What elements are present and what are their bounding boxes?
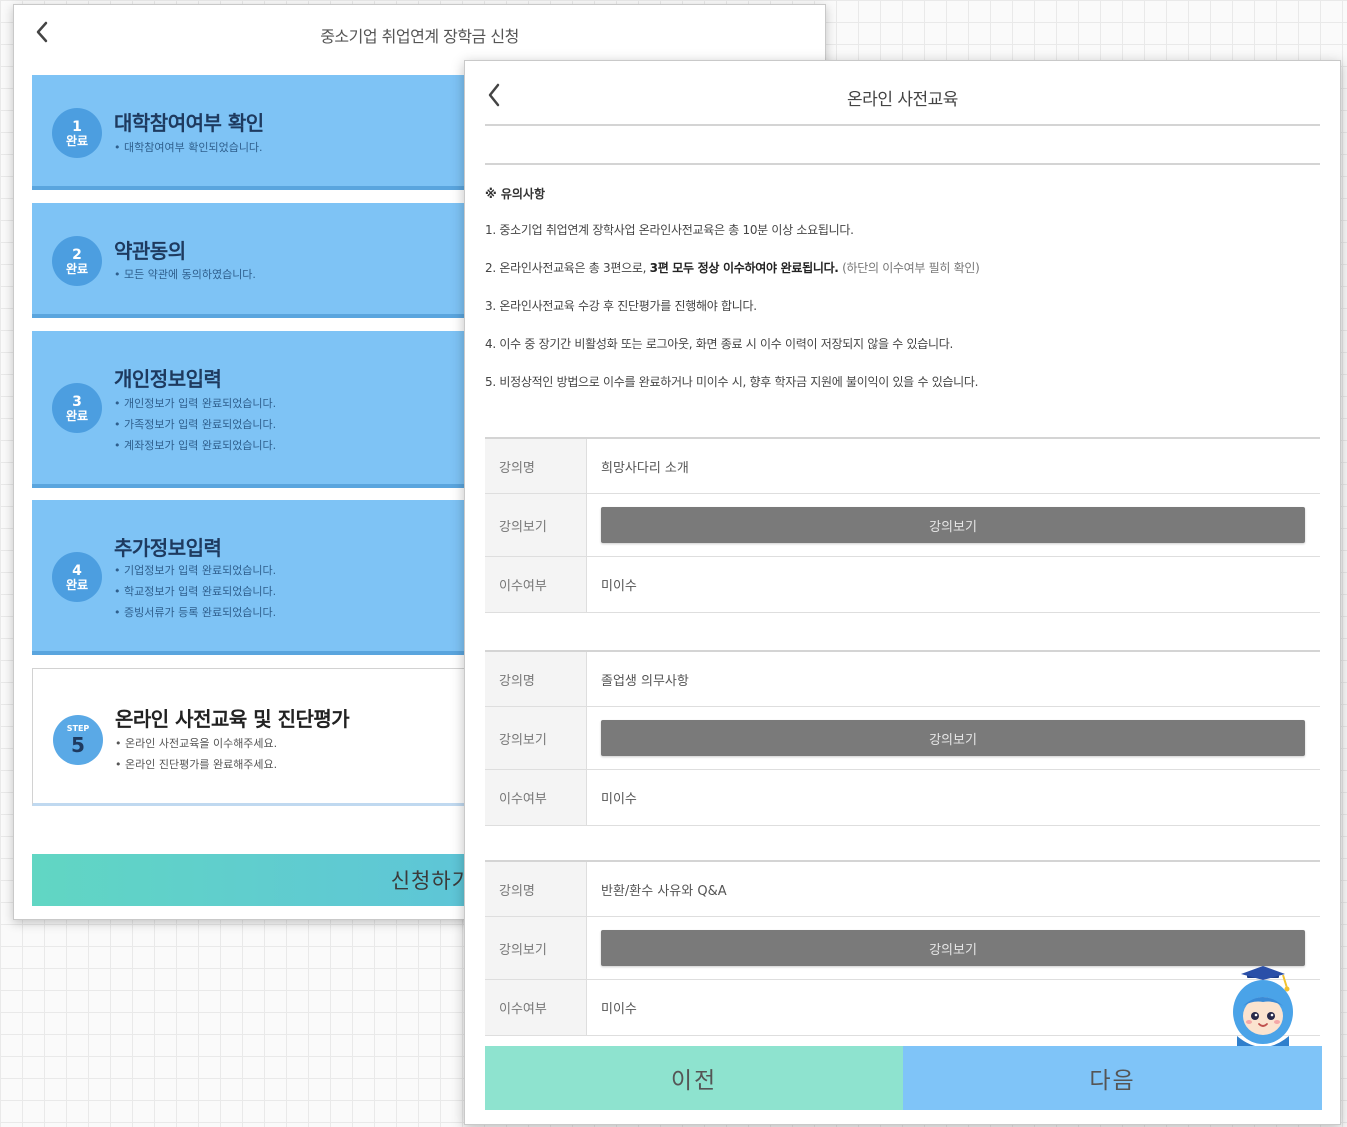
step-detail: 기업정보가 입력 완료되었습니다. [114, 560, 276, 581]
step-title: 온라인 사전교육 및 진단평가 [115, 707, 350, 731]
section-divider [485, 163, 1320, 165]
step-number: 4 [72, 562, 82, 579]
step-detail: 가족정보가 입력 완료되었습니다. [114, 414, 276, 435]
step-detail: 온라인 사전교육을 이수해주세요. [115, 733, 277, 754]
lecture-table-2: 강의명 졸업생 의무사항 강의보기 강의보기 이수여부 미이수 [485, 650, 1320, 826]
lecture-status-label: 이수여부 [485, 770, 587, 825]
step-detail: 계좌정보가 입력 완료되었습니다. [114, 435, 276, 456]
step-status: 완료 [65, 261, 89, 276]
notice-section: ※ 유의사항 1. 중소기업 취업연계 장학사업 온라인사전교육은 총 10분 … [485, 185, 1325, 410]
lecture-table-1: 강의명 희망사다리 소개 강의보기 강의보기 이수여부 미이수 [485, 437, 1320, 613]
step-detail: 개인정보가 입력 완료되었습니다. [114, 393, 276, 414]
step-status: 완료 [65, 577, 89, 592]
lecture-view-row: 강의보기 강의보기 [485, 707, 1320, 770]
lecture-status-row: 이수여부 미이수 [485, 980, 1320, 1036]
lecture-view-cell: 강의보기 [587, 494, 1320, 556]
back-window-header: 중소기업 취업연계 장학금 신청 [14, 5, 825, 61]
step-title: 약관동의 [114, 239, 186, 263]
lecture-name-label: 강의명 [485, 652, 587, 706]
navigation-bar: 이전 다음 [485, 1046, 1322, 1110]
step-badge-label: STEP [66, 724, 90, 733]
notice-line: 1. 중소기업 취업연계 장학사업 온라인사전교육은 총 10분 이상 소요됩니… [485, 223, 854, 237]
lecture-status-label: 이수여부 [485, 557, 587, 612]
lecture-view-label: 강의보기 [485, 707, 587, 769]
step-badge: 3 완료 [52, 383, 102, 433]
lecture-status-value: 미이수 [601, 1002, 637, 1017]
step-number: 5 [71, 733, 85, 757]
step-detail: 모든 약관에 동의하였습니다. [114, 264, 256, 285]
view-lecture-button[interactable]: 강의보기 [601, 720, 1305, 756]
step-status: 완료 [65, 408, 89, 423]
step-status: 완료 [65, 133, 89, 148]
step-badge: 2 완료 [52, 236, 102, 286]
lecture-status-row: 이수여부 미이수 [485, 770, 1320, 826]
lecture-view-label: 강의보기 [485, 494, 587, 556]
notice-note: (하단의 이수여부 필히 확인) [838, 261, 980, 275]
lecture-table-3: 강의명 반환/환수 사유와 Q&A 강의보기 강의보기 이수여부 미이수 [485, 860, 1320, 1036]
step-detail-list: 대학참여여부 확인되었습니다. [114, 137, 263, 158]
lecture-name-value: 반환/환수 사유와 Q&A [601, 883, 727, 899]
notice-heading: ※ 유의사항 [485, 187, 546, 201]
front-window-header: 온라인 사전교육 [465, 61, 1340, 125]
step-title: 추가정보입력 [114, 536, 222, 560]
step-detail-list: 개인정보가 입력 완료되었습니다. 가족정보가 입력 완료되었습니다. 계좌정보… [114, 393, 276, 456]
mascot-character-icon[interactable] [1225, 966, 1301, 1050]
lecture-status-value: 미이수 [601, 579, 637, 594]
lecture-name-row: 강의명 희망사다리 소개 [485, 439, 1320, 494]
step-detail: 증빙서류가 등록 완료되었습니다. [114, 602, 276, 623]
step-badge: 4 완료 [52, 552, 102, 602]
notice-text: 2. 온라인사전교육은 총 3편으로, [485, 261, 650, 275]
lecture-view-row: 강의보기 강의보기 [485, 494, 1320, 557]
lecture-name-row: 강의명 반환/환수 사유와 Q&A [485, 862, 1320, 917]
lecture-status-row: 이수여부 미이수 [485, 557, 1320, 613]
lecture-name-label: 강의명 [485, 862, 587, 916]
notice-line: 2. 온라인사전교육은 총 3편으로, 3편 모두 정상 이수하여야 완료됩니다… [485, 258, 1325, 278]
prev-button[interactable]: 이전 [485, 1046, 903, 1110]
step-number: 3 [72, 393, 82, 410]
step-detail-list: 모든 약관에 동의하였습니다. [114, 264, 256, 285]
lecture-name-label: 강의명 [485, 439, 587, 493]
step-detail-list: 기업정보가 입력 완료되었습니다. 학교정보가 입력 완료되었습니다. 증빙서류… [114, 560, 276, 623]
view-lecture-button[interactable]: 강의보기 [601, 930, 1305, 966]
lecture-view-cell: 강의보기 [587, 707, 1320, 769]
step-number: 2 [72, 246, 82, 263]
step-detail: 대학참여여부 확인되었습니다. [114, 137, 263, 158]
next-button[interactable]: 다음 [903, 1046, 1322, 1110]
back-window-title: 중소기업 취업연계 장학금 신청 [320, 27, 519, 46]
lecture-view-label: 강의보기 [485, 917, 587, 979]
lecture-view-cell: 강의보기 [587, 917, 1320, 979]
apply-button-label: 신청하기 [390, 869, 472, 893]
lecture-status-label: 이수여부 [485, 980, 587, 1035]
lecture-name-value: 희망사다리 소개 [601, 460, 689, 476]
lecture-name-value: 졸업생 의무사항 [601, 673, 689, 689]
lecture-name-row: 강의명 졸업생 의무사항 [485, 652, 1320, 707]
step-badge: 1 완료 [52, 108, 102, 158]
lecture-view-row: 강의보기 강의보기 [485, 917, 1320, 980]
step-detail: 온라인 진단평가를 완료해주세요. [115, 754, 277, 775]
view-lecture-button[interactable]: 강의보기 [601, 507, 1305, 543]
step-title: 개인정보입력 [114, 367, 222, 391]
lecture-status-value: 미이수 [601, 792, 637, 807]
step-detail: 학교정보가 입력 완료되었습니다. [114, 581, 276, 602]
notice-emphasis: 3편 모두 정상 이수하여야 완료됩니다. [649, 261, 839, 275]
notice-line: 4. 이수 중 장기간 비활성화 또는 로그아웃, 화면 종료 시 이수 이력이… [485, 337, 953, 351]
notice-line: 5. 비정상적인 방법으로 이수를 완료하거나 미이수 시, 향후 학자금 지원… [485, 375, 979, 389]
online-pre-education-window: 온라인 사전교육 ※ 유의사항 1. 중소기업 취업연계 장학사업 온라인사전교… [464, 60, 1341, 1125]
step-number: 1 [72, 118, 82, 135]
step-title: 대학참여여부 확인 [114, 111, 264, 135]
header-divider [485, 124, 1320, 126]
step-detail-list: 온라인 사전교육을 이수해주세요. 온라인 진단평가를 완료해주세요. [115, 733, 277, 775]
front-window-title: 온라인 사전교육 [847, 90, 958, 110]
step-badge: STEP 5 [53, 715, 103, 765]
notice-line: 3. 온라인사전교육 수강 후 진단평가를 진행해야 합니다. [485, 299, 757, 313]
